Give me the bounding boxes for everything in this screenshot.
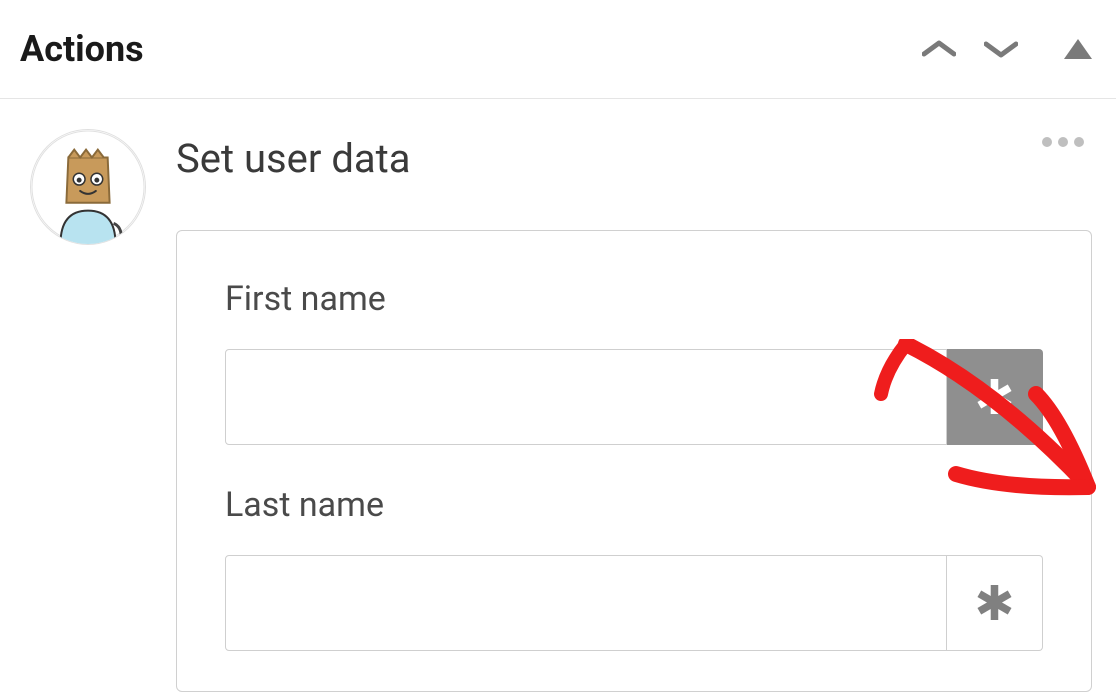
last-name-label: Last name (225, 485, 1043, 525)
first-name-label: First name (225, 279, 1043, 319)
collapse-triangle-icon[interactable] (1064, 39, 1092, 59)
dot-icon (1058, 137, 1068, 147)
header-title: Actions (20, 28, 144, 70)
content-area: Set user data First name ✱ Last name ✱ (0, 99, 1116, 692)
header-bar: Actions (0, 0, 1116, 99)
form-card: First name ✱ Last name ✱ (176, 230, 1092, 692)
first-name-row: ✱ (225, 349, 1043, 445)
main-area: Set user data First name ✱ Last name ✱ (176, 129, 1092, 692)
more-menu-button[interactable] (1034, 129, 1092, 155)
dot-icon (1074, 137, 1084, 147)
dot-icon (1042, 137, 1052, 147)
header-controls (922, 39, 1092, 59)
avatar-image (31, 129, 145, 245)
card-title: Set user data (176, 135, 1092, 182)
first-name-input[interactable] (225, 349, 947, 445)
chevron-up-icon[interactable] (922, 39, 956, 59)
user-avatar (30, 129, 146, 245)
last-name-input[interactable] (225, 555, 947, 651)
last-name-asterisk-button[interactable]: ✱ (947, 555, 1043, 651)
field-group-first-name: First name ✱ (225, 279, 1043, 445)
chevron-down-icon[interactable] (984, 39, 1018, 59)
first-name-asterisk-button[interactable]: ✱ (947, 349, 1043, 445)
field-group-last-name: Last name ✱ (225, 485, 1043, 651)
last-name-row: ✱ (225, 555, 1043, 651)
